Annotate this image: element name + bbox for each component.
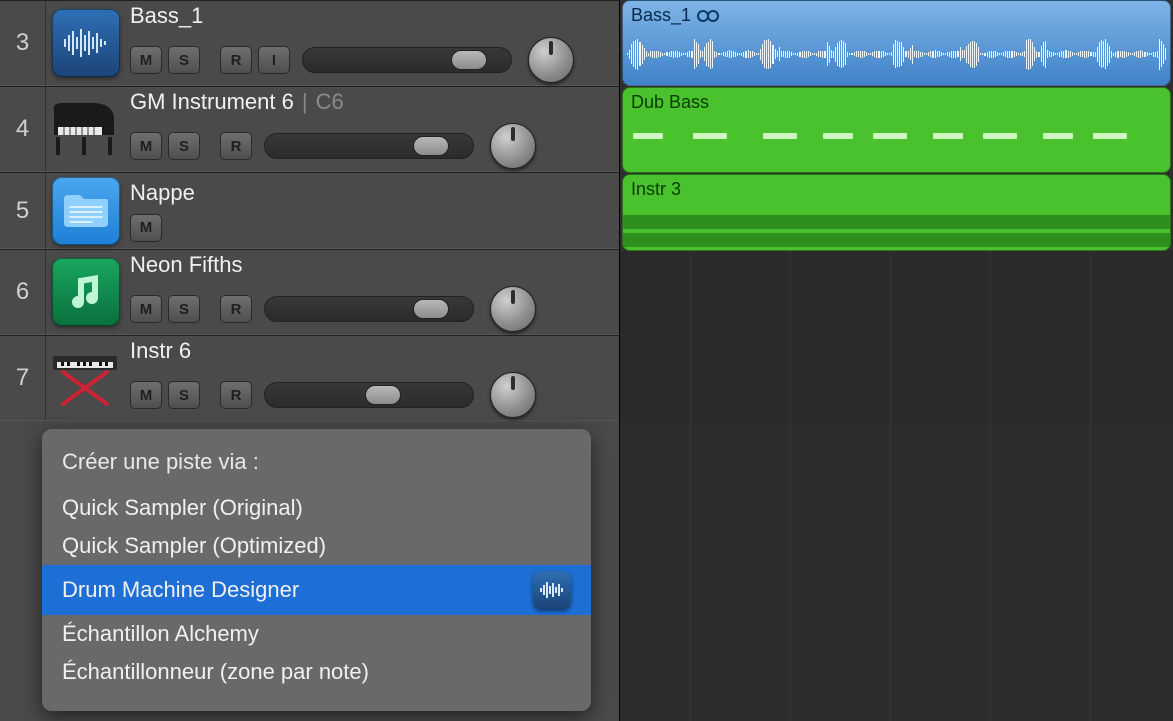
slider-thumb[interactable] — [451, 50, 487, 70]
track-main: GM Instrument 6 | C6 M S R — [126, 87, 619, 171]
track-header-panel: 3 Bass_1 M S R I 4 — [0, 0, 620, 721]
popup-item-quick-sampler-original[interactable]: Quick Sampler (Original) — [42, 489, 591, 527]
track-name[interactable]: Instr 6 — [130, 338, 611, 364]
track-row[interactable]: 3 Bass_1 M S R I — [0, 0, 619, 86]
pan-knob[interactable] — [490, 286, 536, 332]
create-track-popup: Créer une piste via : Quick Sampler (Ori… — [42, 429, 591, 711]
popup-item-alchemy-sample[interactable]: Échantillon Alchemy — [42, 615, 591, 653]
folder-icon — [52, 177, 120, 245]
popup-title: Créer une piste via : — [42, 449, 591, 489]
track-icon-wrap[interactable] — [46, 87, 126, 171]
mute-button[interactable]: M — [130, 381, 162, 409]
popup-item-sampler-zone-per-note[interactable]: Échantillonneur (zone par note) — [42, 653, 591, 691]
track-icon-wrap[interactable] — [46, 250, 126, 334]
popup-item-quick-sampler-optimized[interactable]: Quick Sampler (Optimized) — [42, 527, 591, 565]
audio-region[interactable]: Bass_1 — [622, 0, 1171, 86]
record-enable-button[interactable]: R — [220, 46, 252, 74]
music-note-icon — [52, 258, 120, 326]
pan-knob[interactable] — [490, 123, 536, 169]
audio-waveform-icon — [52, 9, 120, 77]
pan-knob[interactable] — [490, 372, 536, 418]
record-enable-button[interactable]: R — [220, 132, 252, 160]
track-icon-wrap[interactable] — [46, 336, 126, 420]
track-name[interactable]: Bass_1 — [130, 3, 611, 29]
solo-button[interactable]: S — [168, 132, 200, 160]
app-root: 3 Bass_1 M S R I 4 — [0, 0, 1173, 721]
popup-item-drum-machine-designer[interactable]: Drum Machine Designer — [42, 565, 591, 615]
mute-button[interactable]: M — [130, 46, 162, 74]
region-label: Bass_1 — [631, 5, 719, 26]
arrange-area[interactable]: Bass_1 Dub Bass — [620, 0, 1173, 721]
track-controls: M S R — [130, 372, 611, 418]
track-number: 4 — [0, 87, 46, 171]
track-controls: M S R — [130, 123, 611, 169]
track-main: Nappe M — [126, 173, 619, 248]
record-enable-button[interactable]: R — [220, 381, 252, 409]
volume-slider[interactable] — [264, 296, 474, 322]
keyboard-stand-icon — [46, 343, 126, 413]
solo-button[interactable]: S — [168, 295, 200, 323]
solo-button[interactable]: S — [168, 46, 200, 74]
track-main: Neon Fifths M S R — [126, 250, 619, 334]
track-controls: M S R — [130, 286, 611, 332]
loop-icon — [697, 9, 719, 23]
volume-slider[interactable] — [264, 133, 474, 159]
volume-slider[interactable] — [302, 47, 512, 73]
region-label: Dub Bass — [631, 92, 709, 113]
popup-list: Quick Sampler (Original) Quick Sampler (… — [42, 489, 591, 691]
slider-thumb[interactable] — [413, 299, 449, 319]
mute-button[interactable]: M — [130, 214, 162, 242]
track-row-folder[interactable]: 5 Nappe M — [0, 172, 619, 249]
track-name[interactable]: Nappe — [130, 180, 611, 206]
track-number: 3 — [0, 1, 46, 85]
mute-button[interactable]: M — [130, 295, 162, 323]
slider-thumb[interactable] — [365, 385, 401, 405]
track-controls: M S R I — [130, 37, 611, 83]
track-row[interactable]: 7 Instr 6 M S R — [0, 335, 619, 421]
solo-button[interactable]: S — [168, 381, 200, 409]
track-number: 5 — [0, 173, 46, 248]
track-number: 7 — [0, 336, 46, 420]
audio-waveform-icon — [533, 571, 571, 609]
track-main: Instr 6 M S R — [126, 336, 619, 420]
track-icon-wrap[interactable] — [46, 1, 126, 85]
input-monitor-button[interactable]: I — [258, 46, 290, 74]
midi-notes — [623, 215, 1170, 229]
slider-thumb[interactable] — [413, 136, 449, 156]
midi-region[interactable]: Dub Bass — [622, 87, 1171, 173]
track-number: 6 — [0, 250, 46, 334]
track-controls: M — [130, 214, 611, 242]
region-label: Instr 3 — [631, 179, 681, 200]
midi-region[interactable]: Instr 3 — [622, 174, 1171, 251]
record-enable-button[interactable]: R — [220, 295, 252, 323]
track-icon-wrap[interactable] — [46, 173, 126, 248]
waveform-display — [627, 27, 1166, 81]
mute-button[interactable]: M — [130, 132, 162, 160]
pan-knob[interactable] — [528, 37, 574, 83]
track-row[interactable]: 6 Neon Fifths M S R — [0, 249, 619, 335]
track-row[interactable]: 4 GM Instrument 6 | C6 M S R — [0, 86, 619, 172]
track-name[interactable]: GM Instrument 6 | C6 — [130, 89, 611, 115]
track-name[interactable]: Neon Fifths — [130, 252, 611, 278]
grand-piano-icon — [46, 94, 126, 164]
volume-slider[interactable] — [264, 382, 474, 408]
track-main: Bass_1 M S R I — [126, 1, 619, 85]
midi-notes — [623, 233, 1170, 247]
